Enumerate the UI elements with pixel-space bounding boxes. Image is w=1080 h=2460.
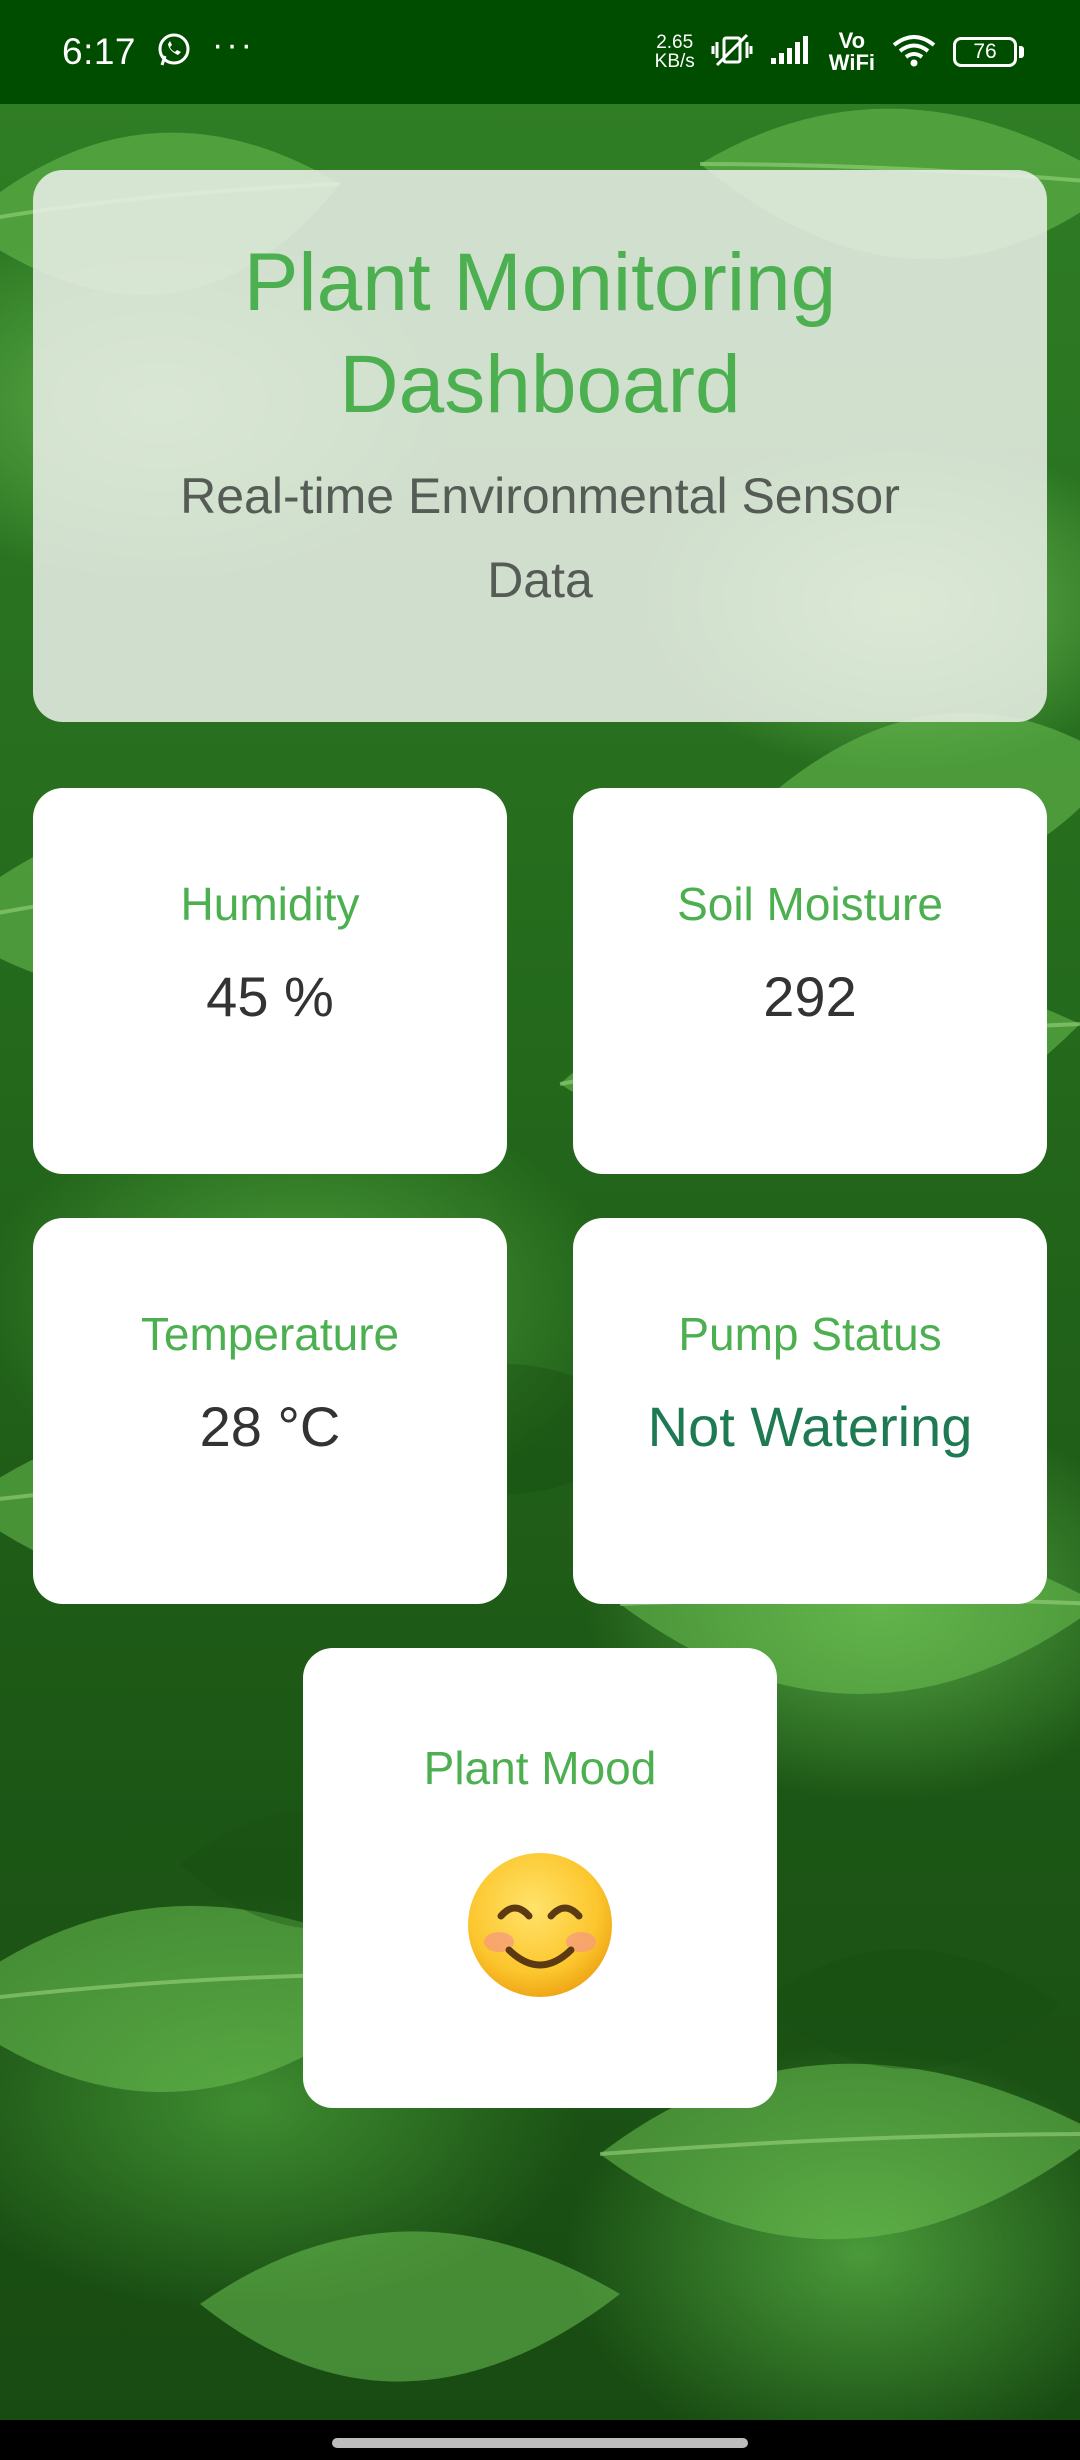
- status-left: 6:17 ···: [62, 26, 255, 73]
- plant-mood-label: Plant Mood: [423, 1742, 657, 1794]
- status-bar: 6:17 ··· 2.65 KB/s Vo WiFi 76: [0, 0, 1080, 104]
- net-speed-unit: KB/s: [654, 51, 695, 72]
- humidity-value: 45 %: [206, 965, 334, 1028]
- more-dots-icon: ···: [212, 25, 255, 64]
- pump-status-card: Pump Status Not Watering: [573, 1218, 1047, 1604]
- temperature-value: 28 °C: [199, 1395, 341, 1458]
- vibrate-off-icon: [711, 32, 753, 73]
- battery-body: 76: [953, 37, 1017, 67]
- temperature-label: Temperature: [140, 1308, 400, 1360]
- soil-moisture-card: Soil Moisture 292: [573, 788, 1047, 1174]
- battery-icon: 76: [953, 37, 1024, 67]
- humidity-label: Humidity: [180, 878, 360, 930]
- home-indicator[interactable]: [332, 2438, 748, 2448]
- status-time: 6:17: [62, 31, 137, 72]
- temperature-card: Temperature 28 °C: [33, 1218, 507, 1604]
- wifi-icon: [891, 33, 937, 72]
- vowifi-top: Vo: [838, 28, 866, 53]
- vowifi-bottom: WiFi: [828, 50, 875, 75]
- header-card: Plant Monitoring Dashboard Real-time Env…: [33, 170, 1047, 722]
- humidity-card: Humidity 45 %: [33, 788, 507, 1174]
- soil-moisture-label: Soil Moisture: [677, 878, 943, 930]
- pump-status-label: Pump Status: [678, 1308, 942, 1360]
- whatsapp-icon: [156, 32, 192, 73]
- navigation-bar: [0, 2420, 1080, 2460]
- net-speed-value: 2.65: [656, 32, 694, 53]
- signal-icon: [769, 34, 813, 71]
- soil-moisture-value: 292: [763, 965, 857, 1028]
- vowifi-indicator: Vo WiFi: [829, 30, 875, 74]
- battery-tip: [1019, 46, 1024, 58]
- status-right: 2.65 KB/s Vo WiFi 76: [655, 30, 1024, 74]
- smiling-face-icon: [465, 1850, 615, 2005]
- plant-mood-card: Plant Mood: [303, 1648, 777, 2108]
- page-title: Plant Monitoring Dashboard: [243, 237, 837, 430]
- battery-level: 76: [973, 40, 997, 63]
- net-speed: 2.65 KB/s: [655, 33, 695, 71]
- pump-status-value: Not Watering: [647, 1395, 973, 1458]
- page-subtitle: Real-time Environmental Sensor Data: [180, 468, 900, 608]
